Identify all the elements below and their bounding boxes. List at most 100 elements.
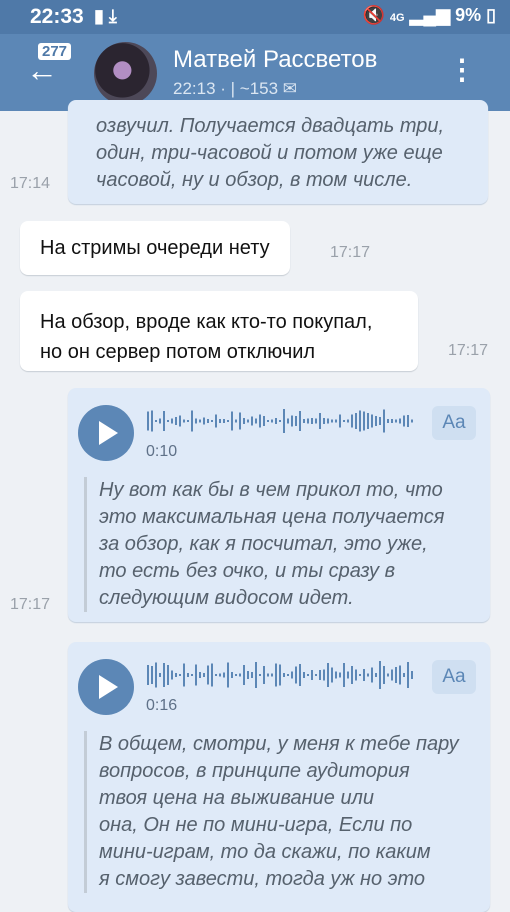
- waveform-bar: [207, 419, 209, 423]
- waveform-bar: [263, 666, 265, 684]
- waveform-bar: [347, 671, 349, 679]
- waveform-bar: [191, 410, 193, 432]
- waveform-bar: [187, 420, 189, 422]
- transcript-line: В общем, смотри, у меня к тебе пару: [99, 733, 459, 755]
- waveform-bar: [151, 410, 153, 432]
- waveform-bar: [307, 418, 309, 424]
- waveform-bar: [219, 673, 221, 677]
- waveform-bar: [255, 662, 257, 688]
- waveform-bar: [339, 672, 341, 678]
- transcript-button[interactable]: Aa: [432, 406, 476, 440]
- message-line: часовой, ну и обзор, в том числе.: [96, 169, 413, 191]
- waveform-bar: [183, 419, 185, 423]
- waveform-bar: [307, 674, 309, 676]
- waveform-bar: [235, 419, 237, 423]
- play-icon[interactable]: [78, 405, 134, 461]
- voice-transcript: В общем, смотри, у меня к тебе пару вопр…: [84, 731, 479, 893]
- waveform-bar: [367, 413, 369, 429]
- message-line: озвучил. Получается двадцать три,: [96, 115, 445, 137]
- waveform-bar: [363, 669, 365, 681]
- more-vert-icon[interactable]: ⋮: [448, 56, 476, 84]
- waveform-bar: [283, 409, 285, 433]
- message-bubble-in[interactable]: На стримы очереди нету: [20, 221, 290, 275]
- waveform-bar: [171, 670, 173, 680]
- waveform-bar: [399, 418, 401, 424]
- signal-icon: ▂▄▆: [409, 5, 451, 25]
- waveform-bar: [327, 418, 329, 424]
- waveform-icon[interactable]: [147, 408, 417, 434]
- waveform-bar: [267, 673, 269, 677]
- waveform-bar: [339, 414, 341, 428]
- message-text: озвучил. Получается двадцать три, один, …: [96, 113, 444, 194]
- waveform-bar: [403, 415, 405, 427]
- battery-icon: ▯: [486, 5, 496, 25]
- battery-label: 9%: [455, 5, 482, 25]
- waveform-bar: [151, 666, 153, 684]
- waveform-bar: [199, 419, 201, 423]
- waveform-bar: [399, 665, 401, 685]
- waveform-bar: [279, 664, 281, 686]
- waveform-bar: [195, 664, 197, 686]
- waveform-bar: [355, 413, 357, 429]
- waveform-bar: [279, 420, 281, 422]
- waveform-bar: [371, 414, 373, 428]
- status-bar: 22:33 ▮ ⤓ 🔇 4G ▂▄▆ 9% ▯: [0, 0, 510, 34]
- message-time: 17:17: [448, 342, 489, 359]
- chat-subtitle: 22:13 · | ~153 ✉: [173, 79, 298, 98]
- waveform-bar: [147, 411, 149, 431]
- waveform-bar: [275, 418, 277, 424]
- status-time: 22:33: [30, 5, 84, 28]
- waveform-bar: [215, 674, 217, 676]
- waveform-bar: [395, 667, 397, 683]
- waveform-bar: [311, 418, 313, 424]
- waveform-bar: [171, 418, 173, 424]
- waveform-bar: [271, 673, 273, 677]
- waveform-bar: [239, 412, 241, 430]
- waveform-bar: [163, 663, 165, 687]
- transcript-line: Ну вот как бы в чем прикол то, что: [99, 479, 443, 501]
- waveform-bar: [251, 672, 253, 678]
- transcript-line: мини-играм, то да скажи, по каким: [99, 841, 431, 863]
- waveform-bar: [411, 671, 413, 679]
- waveform-bar: [251, 416, 253, 426]
- waveform-bar: [291, 671, 293, 679]
- transcript-button[interactable]: Aa: [432, 660, 476, 694]
- message-time: 17:17: [330, 244, 371, 261]
- waveform-bar: [183, 663, 185, 687]
- waveform-bar: [235, 674, 237, 676]
- waveform-bar: [247, 671, 249, 679]
- play-icon[interactable]: [78, 659, 134, 715]
- waveform-bar: [287, 674, 289, 676]
- waveform-bar: [387, 419, 389, 423]
- chat-title[interactable]: Матвей Рассветов: [173, 46, 377, 74]
- waveform-bar: [247, 419, 249, 423]
- waveform-bar: [343, 420, 345, 422]
- waveform-bar: [175, 673, 177, 677]
- transcript-line: она, Он не по мини-игра, Если по: [99, 814, 413, 836]
- waveform-bar: [267, 420, 269, 422]
- waveform-bar: [155, 662, 157, 688]
- waveform-bar: [387, 673, 389, 677]
- waveform-bar: [319, 413, 321, 429]
- message-line: но он сервер потом отключил: [40, 341, 316, 363]
- waveform-bar: [255, 418, 257, 424]
- waveform-bar: [403, 673, 405, 677]
- avatar[interactable]: [94, 42, 157, 105]
- waveform-bar: [343, 663, 345, 687]
- waveform-bar: [347, 419, 349, 423]
- message-line: один, три-часовой и потом уже еще: [96, 142, 443, 164]
- waveform-bar: [331, 419, 333, 423]
- waveform-bar: [215, 414, 217, 428]
- waveform-bar: [367, 673, 369, 677]
- transcript-line: я смогу завести, тогда уж но это: [99, 868, 426, 890]
- waveform-icon[interactable]: [147, 660, 417, 690]
- waveform-bar: [311, 670, 313, 680]
- message-bubble-in[interactable]: На обзор, вроде как кто-то покупал, но о…: [20, 291, 418, 371]
- message-line: На обзор, вроде как кто-то покупал,: [40, 311, 373, 333]
- waveform-bar: [287, 418, 289, 424]
- waveform-bar: [199, 672, 201, 678]
- voice-duration: 0:10: [146, 443, 178, 460]
- waveform-bar: [351, 414, 353, 428]
- waveform-bar: [315, 674, 317, 676]
- waveform-bar: [211, 663, 213, 687]
